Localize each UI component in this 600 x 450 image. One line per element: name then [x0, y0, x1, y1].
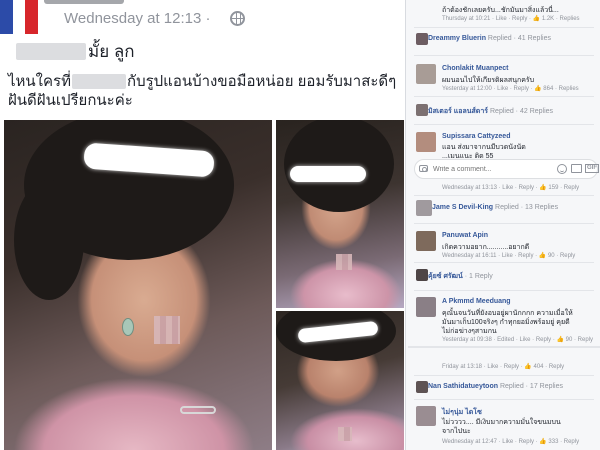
divider [414, 262, 594, 263]
comment-meta[interactable]: Wednesday at 12:47 · Like · Reply · 👍 33… [442, 438, 579, 445]
comment-meta[interactable]: Thursday at 10:21 · Like · Reply · 👍 1.2… [442, 15, 580, 22]
post-text-line-2-middle: กับรูปแอนบ้างขอมือหน่อย ยอมรับมาสะดีๆ [127, 73, 397, 90]
divider [414, 290, 594, 291]
comment-meta[interactable]: Wednesday at 13:13 · Like · Reply · 👍 15… [442, 184, 579, 191]
divider [414, 55, 594, 56]
commenter-name[interactable]: คุ้ยซ์ ศรัฒน์ · 1 Reply [428, 271, 493, 282]
divider [414, 375, 594, 376]
divider [414, 27, 594, 28]
commenter-name-text[interactable]: Jame S Devil-King [432, 204, 493, 211]
post-text-line-2-prefix: ไหนใครที่ [8, 73, 71, 90]
avatar[interactable] [416, 231, 436, 251]
bracelet [180, 406, 216, 414]
commenter-name-text[interactable]: Nan Sathidatueytoon [428, 383, 498, 390]
avatar[interactable] [416, 132, 436, 152]
divider [408, 346, 600, 348]
reply-count[interactable]: Replied · 41 Replies [488, 35, 551, 42]
avatar[interactable] [416, 104, 428, 116]
censor-bar [290, 166, 366, 182]
comment-meta[interactable]: Friday at 13:18 · Like · Reply · 👍 404 ·… [442, 363, 564, 370]
post-timestamp[interactable]: Wednesday at 12:13 · [64, 10, 210, 27]
post-photo-main[interactable] [4, 120, 272, 450]
facebook-post: Wednesday at 12:13 · มั้ย ลูก ไหนใครที่ … [0, 0, 406, 450]
commenter-name[interactable]: มิสเตอร์ แอลนส์ดาร์ Replied · 42 Replies [428, 106, 553, 117]
commenter-name-text[interactable]: มิสเตอร์ แอลนส์ดาร์ [428, 108, 488, 115]
commenter-name[interactable]: Chonlakit Muanpect [442, 65, 509, 72]
commenter-name[interactable]: Nan Sathidatueytoon Replied · 17 Replies [428, 383, 563, 390]
post-photo-bottom-right[interactable] [276, 311, 404, 450]
post-text-line-1: มั้ย ลูก [16, 38, 135, 65]
comment-meta[interactable]: Yesterday at 09:38 · Edited · Like · Rep… [442, 336, 593, 343]
post-text-line-1-suffix: มั้ย ลูก [88, 42, 135, 61]
divider [414, 96, 594, 97]
comment-meta[interactable]: Yesterday at 12:00 · Like · Reply · 👍 86… [442, 85, 579, 92]
commenter-name[interactable]: Jame S Devil-King Replied · 13 Replies [432, 204, 558, 211]
comment-meta[interactable]: Wednesday at 16:11 · Like · Reply · 👍 90… [442, 252, 575, 259]
emoji-icon[interactable] [557, 164, 567, 174]
avatar[interactable] [416, 381, 428, 393]
commenter-name-text[interactable]: คุ้ยซ์ ศรัฒน์ [428, 273, 463, 280]
reply-count[interactable]: Replied · 42 Replies [490, 108, 553, 115]
avatar[interactable] [416, 269, 428, 281]
redacted-text [72, 74, 126, 89]
pixelated-area [336, 254, 352, 270]
commenter-name-text[interactable]: Dreammy Bluerin [428, 35, 486, 42]
post-header: Wednesday at 12:13 · [0, 0, 405, 36]
photo-icon[interactable] [571, 164, 582, 173]
comment-input[interactable] [433, 164, 533, 175]
gif-button[interactable]: GIF [585, 164, 599, 173]
profile-avatar[interactable] [0, 0, 39, 34]
author-name-redacted[interactable] [44, 0, 124, 4]
commenter-name[interactable]: A Pkmmd Meeduang [442, 298, 511, 305]
reply-count[interactable]: · 1 Reply [465, 273, 493, 280]
reply-count[interactable]: Replied · 13 Replies [495, 204, 558, 211]
camera-icon[interactable] [419, 165, 428, 172]
necklace [122, 318, 134, 336]
divider [414, 124, 594, 125]
pixelated-area [154, 316, 180, 344]
globe-icon[interactable] [230, 11, 245, 26]
divider [414, 195, 594, 196]
pixelated-area [338, 427, 352, 441]
photo-hair [14, 180, 84, 300]
comment-text-line-2: จากไปนะ [442, 428, 471, 435]
divider [414, 399, 594, 400]
commenter-name[interactable]: Supissara Cattyzeed [442, 133, 510, 140]
post-photo-top-right[interactable] [276, 120, 404, 308]
avatar[interactable] [416, 64, 436, 84]
post-text-line-3: ฝันดีฝันเปรียกนะค่ะ [8, 92, 133, 109]
divider [414, 223, 594, 224]
post-text-body: ไหนใครที่ กับรูปแอนบ้างขอมือหน่อย ยอมรับ… [8, 72, 404, 110]
redacted-text [16, 43, 86, 60]
avatar[interactable] [416, 406, 436, 426]
comments-panel: ถ้าต้องชักเลยครับ...ชักมันมาสิ่งแล้วนี่.… [408, 0, 600, 450]
commenter-name[interactable]: Dreammy Bluerin Replied · 41 Replies [428, 35, 551, 42]
avatar[interactable] [416, 33, 428, 45]
comment-composer[interactable]: GIF [414, 159, 599, 179]
reply-count[interactable]: Replied · 17 Replies [500, 383, 563, 390]
avatar[interactable] [416, 297, 436, 317]
commenter-name[interactable]: Panuwat Apin [442, 232, 488, 239]
avatar[interactable] [416, 200, 432, 216]
